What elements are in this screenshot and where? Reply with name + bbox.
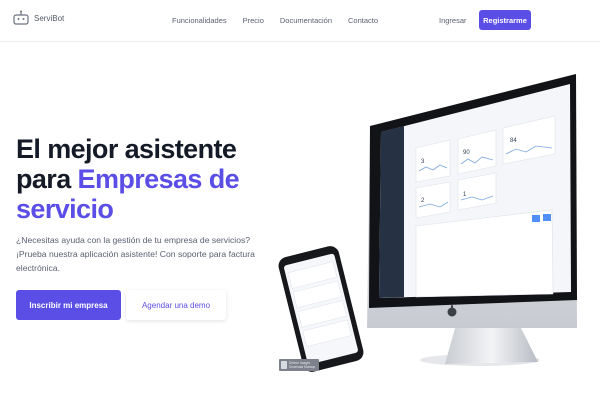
layers-icon bbox=[281, 361, 287, 369]
login-link[interactable]: Ingresar bbox=[439, 16, 467, 25]
phone-mockup bbox=[278, 246, 364, 372]
hero-subtitle: ¿Necesitas ayuda con la gestión de tu em… bbox=[16, 235, 255, 273]
badge-line-2: Download Mockup bbox=[289, 365, 316, 369]
hero-title-line2: para Empresas de bbox=[16, 164, 256, 194]
stat-value-2: 90 bbox=[463, 150, 470, 156]
signup-button[interactable]: Registrarme bbox=[479, 10, 531, 30]
robot-icon bbox=[12, 10, 30, 26]
mockup-credit-badge: Deliver Images Download Mockup bbox=[279, 359, 319, 371]
nav-link-contacto[interactable]: Contacto bbox=[348, 16, 378, 25]
nav-link-documentacion[interactable]: Documentación bbox=[280, 16, 332, 25]
schedule-demo-button[interactable]: Agendar una demo bbox=[126, 290, 226, 320]
register-company-button[interactable]: Inscribir mi empresa bbox=[16, 290, 121, 320]
main-menu: Funcionalidades Precio Documentación Con… bbox=[172, 16, 378, 25]
hero-title: El mejor asistente para Empresas de serv… bbox=[16, 134, 256, 224]
brand-logo[interactable]: ServiBot bbox=[12, 10, 64, 26]
stat-value-3: 84 bbox=[510, 138, 517, 144]
nav-link-funcionalidades[interactable]: Funcionalidades bbox=[172, 16, 227, 25]
nav-link-precio[interactable]: Precio bbox=[243, 16, 264, 25]
imac-monitor: 3 90 84 2 1 bbox=[367, 74, 577, 366]
hero-title-line3: servicio bbox=[16, 194, 114, 224]
hero-title-accent: Empresas de bbox=[77, 164, 240, 194]
hero-title-plain: para bbox=[16, 164, 78, 194]
brand-name: ServiBot bbox=[34, 13, 65, 23]
device-mockup-illustration: 3 90 84 2 1 bbox=[278, 74, 577, 372]
hero-title-line1: El mejor asistente bbox=[16, 134, 237, 164]
top-navbar: ServiBot Funcionalidades Precio Document… bbox=[0, 0, 600, 42]
